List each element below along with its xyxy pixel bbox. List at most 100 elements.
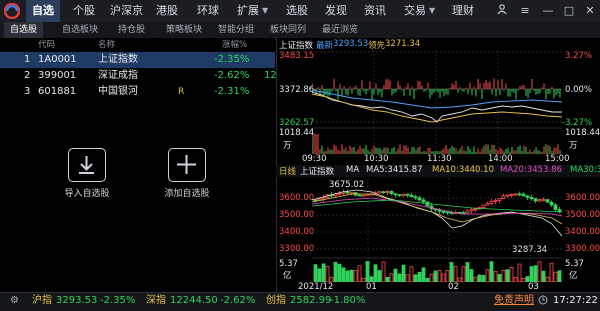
volume-bar (409, 266, 414, 282)
intraday-title: 上证指数 (279, 41, 314, 51)
tab-smart-groups[interactable]: 智能分组 (212, 22, 260, 38)
daily-price-tick-right: 3300.00 (565, 244, 600, 254)
ma20-line (312, 197, 562, 217)
maximize-icon[interactable]: □ (560, 0, 578, 22)
index-name[interactable]: 创指 (266, 292, 286, 310)
clock-icon (538, 292, 548, 310)
user-icon[interactable] (493, 0, 511, 22)
volume-bar (465, 262, 470, 282)
disclaimer-link[interactable]: 免责声明 (494, 292, 534, 310)
candle-body (485, 203, 490, 206)
latest-value: 3293.53 (333, 39, 369, 49)
nav-item-extension[interactable]: 扩展 (237, 0, 259, 22)
volume-bar (393, 268, 398, 282)
volume-bar (321, 263, 326, 282)
clock-time: 17:27:22 (553, 295, 598, 306)
column-header-name[interactable]: 名称 (98, 38, 115, 52)
daily-price-tick-right: 3500.00 (565, 210, 600, 220)
stock-name: 深证成指 (98, 70, 138, 81)
nav-item-trade[interactable]: 交易 (404, 0, 426, 22)
stock-code: 399001 (38, 70, 77, 81)
nav-item-hk[interactable]: 港股 (156, 0, 178, 22)
nav-item-stock-picker[interactable]: 选股 (286, 0, 308, 22)
column-header-change[interactable]: 涨幅% (222, 38, 247, 52)
volume-bar (521, 278, 526, 282)
table-row[interactable]: 3 601881 中国银河 R -2.31% (0, 84, 275, 100)
candle-body (385, 191, 390, 193)
tab-strategy-sectors[interactable]: 策略板块 (160, 22, 208, 38)
tab-watchlist-sectors[interactable]: 自选板块 (56, 22, 104, 38)
ma10-value: MA10:3440.10 (432, 165, 494, 175)
volume-bar (413, 274, 418, 282)
candle-body (505, 194, 510, 197)
nav-item-watchlist[interactable]: 自选 (26, 0, 60, 22)
tab-recent[interactable]: 最近浏览 (316, 22, 364, 38)
add-watchlist-button[interactable] (168, 148, 206, 182)
settings-gear-icon[interactable]: ⚙ (10, 292, 19, 310)
stock-change: -2.62% (214, 70, 250, 81)
time-tick: 10:30 (364, 154, 389, 164)
nav-item-global[interactable]: 环球 (197, 0, 219, 22)
index-name[interactable]: 深指 (146, 292, 166, 310)
date-tick: 01 (366, 282, 377, 292)
volume-bar (549, 262, 554, 282)
volume-bar (341, 267, 346, 282)
price-line (312, 91, 562, 123)
volume-bar (533, 265, 538, 282)
candle-body (541, 199, 546, 201)
volume-bar (445, 269, 450, 282)
candle-body (481, 204, 486, 208)
close-icon[interactable]: ✕ (581, 0, 599, 22)
period-selector[interactable]: 日线 (279, 165, 296, 177)
candle-body (465, 210, 470, 214)
volume-bar (437, 270, 442, 282)
volume-bar (425, 278, 430, 282)
nav-item-shanghai-shenzhen[interactable]: 沪深京 (110, 0, 143, 22)
table-row[interactable]: 1 1A0001 上证指数 -2.35% (0, 52, 275, 68)
index-name[interactable]: 沪指 (32, 292, 52, 310)
add-watchlist-label[interactable]: 添加自选股 (158, 186, 216, 199)
nav-item-stock[interactable]: 个股 (73, 0, 95, 22)
tab-sector-peers[interactable]: 板块同列 (264, 22, 312, 38)
volume-bar (441, 273, 446, 282)
column-header-code[interactable]: 代码 (38, 38, 55, 52)
intraday-chart[interactable] (312, 50, 562, 154)
volume-bar (365, 261, 370, 282)
import-watchlist-label[interactable]: 导入自选股 (58, 186, 116, 199)
menu-icon[interactable]: ≡ (516, 0, 534, 22)
nav-item-news[interactable]: 资讯 (364, 0, 386, 22)
nav-item-discover[interactable]: 发现 (325, 0, 347, 22)
candle-body (489, 201, 494, 204)
volume-bar (469, 269, 474, 282)
table-row[interactable]: 2 399001 深证成指 -2.62% 12 (0, 68, 277, 84)
volume-bar (461, 266, 466, 282)
index-change: -1.80% (330, 295, 366, 306)
volume-bar (385, 276, 390, 282)
candle-body (377, 191, 382, 194)
daily-price-tick: 3600.00 (279, 193, 315, 203)
volume-bar (433, 270, 438, 282)
app-logo-icon (3, 2, 21, 20)
stock-change: -2.31% (214, 86, 250, 97)
tab-watchlist-stocks[interactable]: 自选股 (4, 22, 44, 38)
volume-bar (477, 274, 482, 282)
nav-item-finance[interactable]: 理财 (452, 0, 474, 22)
minimize-icon[interactable]: — (539, 0, 557, 22)
candle-body (401, 193, 406, 196)
candle-body (525, 195, 530, 198)
volume-bar (421, 267, 426, 282)
daily-candlestick-chart[interactable] (312, 178, 562, 282)
price-axis-high: 3483.15 (279, 51, 315, 61)
volume-bar (333, 261, 338, 282)
stock-code: 601881 (38, 86, 77, 97)
time-tick: 14:00 (488, 154, 513, 164)
daily-volume-unit-right: 亿 (569, 271, 578, 281)
candle-body (449, 212, 454, 215)
candle-body (393, 193, 398, 196)
import-watchlist-button[interactable] (68, 148, 106, 182)
volume-bar (449, 262, 454, 282)
pct-axis-high: 3.27% (565, 51, 593, 61)
candle-body (513, 193, 518, 196)
tab-holdings[interactable]: 持仓股 (112, 22, 151, 38)
candle-body (437, 209, 442, 212)
